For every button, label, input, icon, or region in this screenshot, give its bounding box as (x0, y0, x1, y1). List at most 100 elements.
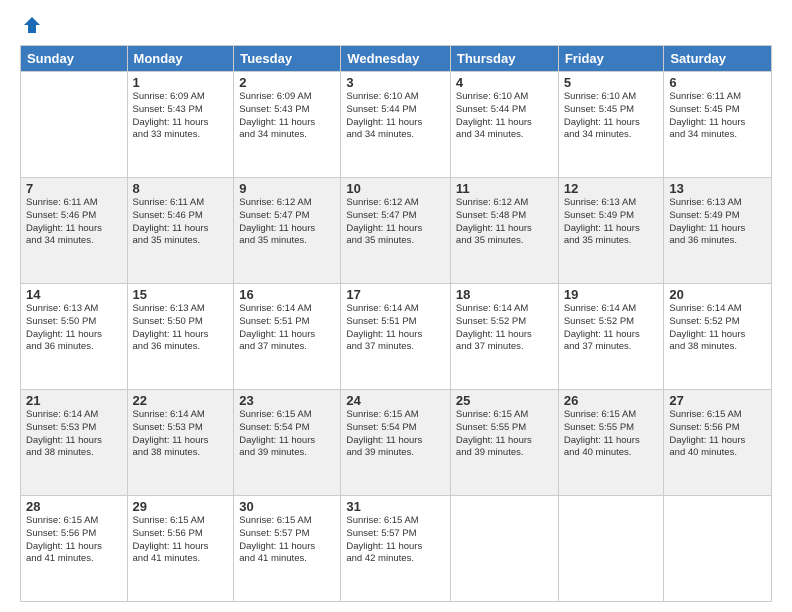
calendar-day-header: Thursday (450, 46, 558, 72)
day-info: Sunrise: 6:13 AM Sunset: 5:50 PM Dayligh… (26, 303, 122, 354)
calendar-day-header: Wednesday (341, 46, 451, 72)
day-number: 19 (564, 287, 659, 302)
calendar-day-cell: 30Sunrise: 6:15 AM Sunset: 5:57 PM Dayli… (234, 496, 341, 602)
calendar-day-header: Saturday (664, 46, 772, 72)
day-number: 2 (239, 75, 335, 90)
calendar-day-cell: 9Sunrise: 6:12 AM Sunset: 5:47 PM Daylig… (234, 178, 341, 284)
day-number: 30 (239, 499, 335, 514)
day-info: Sunrise: 6:13 AM Sunset: 5:49 PM Dayligh… (564, 197, 659, 248)
day-number: 1 (133, 75, 229, 90)
day-info: Sunrise: 6:09 AM Sunset: 5:43 PM Dayligh… (239, 91, 335, 142)
day-number: 17 (346, 287, 445, 302)
day-info: Sunrise: 6:14 AM Sunset: 5:53 PM Dayligh… (26, 409, 122, 460)
calendar-day-cell (664, 496, 772, 602)
calendar-day-cell: 25Sunrise: 6:15 AM Sunset: 5:55 PM Dayli… (450, 390, 558, 496)
calendar-day-cell: 23Sunrise: 6:15 AM Sunset: 5:54 PM Dayli… (234, 390, 341, 496)
day-info: Sunrise: 6:11 AM Sunset: 5:46 PM Dayligh… (26, 197, 122, 248)
day-number: 10 (346, 181, 445, 196)
day-number: 3 (346, 75, 445, 90)
header (20, 15, 772, 35)
calendar-day-cell: 21Sunrise: 6:14 AM Sunset: 5:53 PM Dayli… (21, 390, 128, 496)
calendar-day-cell: 7Sunrise: 6:11 AM Sunset: 5:46 PM Daylig… (21, 178, 128, 284)
logo-icon (22, 15, 42, 35)
day-number: 15 (133, 287, 229, 302)
calendar-day-cell: 17Sunrise: 6:14 AM Sunset: 5:51 PM Dayli… (341, 284, 451, 390)
calendar-day-header: Friday (558, 46, 664, 72)
calendar-day-cell: 20Sunrise: 6:14 AM Sunset: 5:52 PM Dayli… (664, 284, 772, 390)
day-info: Sunrise: 6:14 AM Sunset: 5:51 PM Dayligh… (239, 303, 335, 354)
calendar-day-cell: 8Sunrise: 6:11 AM Sunset: 5:46 PM Daylig… (127, 178, 234, 284)
day-number: 6 (669, 75, 766, 90)
day-info: Sunrise: 6:15 AM Sunset: 5:55 PM Dayligh… (564, 409, 659, 460)
day-number: 8 (133, 181, 229, 196)
calendar-day-cell (450, 496, 558, 602)
day-info: Sunrise: 6:11 AM Sunset: 5:45 PM Dayligh… (669, 91, 766, 142)
calendar-day-cell: 31Sunrise: 6:15 AM Sunset: 5:57 PM Dayli… (341, 496, 451, 602)
day-number: 29 (133, 499, 229, 514)
calendar-day-cell: 18Sunrise: 6:14 AM Sunset: 5:52 PM Dayli… (450, 284, 558, 390)
calendar-day-cell: 11Sunrise: 6:12 AM Sunset: 5:48 PM Dayli… (450, 178, 558, 284)
calendar-day-cell: 19Sunrise: 6:14 AM Sunset: 5:52 PM Dayli… (558, 284, 664, 390)
calendar-table: SundayMondayTuesdayWednesdayThursdayFrid… (20, 45, 772, 602)
day-info: Sunrise: 6:15 AM Sunset: 5:55 PM Dayligh… (456, 409, 553, 460)
day-number: 20 (669, 287, 766, 302)
day-info: Sunrise: 6:15 AM Sunset: 5:57 PM Dayligh… (239, 515, 335, 566)
calendar-week-row: 28Sunrise: 6:15 AM Sunset: 5:56 PM Dayli… (21, 496, 772, 602)
day-info: Sunrise: 6:13 AM Sunset: 5:49 PM Dayligh… (669, 197, 766, 248)
day-number: 7 (26, 181, 122, 196)
calendar-week-row: 1Sunrise: 6:09 AM Sunset: 5:43 PM Daylig… (21, 72, 772, 178)
day-number: 25 (456, 393, 553, 408)
day-info: Sunrise: 6:10 AM Sunset: 5:44 PM Dayligh… (346, 91, 445, 142)
day-number: 12 (564, 181, 659, 196)
day-number: 24 (346, 393, 445, 408)
day-number: 13 (669, 181, 766, 196)
day-info: Sunrise: 6:15 AM Sunset: 5:54 PM Dayligh… (239, 409, 335, 460)
day-info: Sunrise: 6:10 AM Sunset: 5:44 PM Dayligh… (456, 91, 553, 142)
calendar-day-cell: 22Sunrise: 6:14 AM Sunset: 5:53 PM Dayli… (127, 390, 234, 496)
calendar-header-row: SundayMondayTuesdayWednesdayThursdayFrid… (21, 46, 772, 72)
day-number: 23 (239, 393, 335, 408)
calendar-day-cell (558, 496, 664, 602)
day-info: Sunrise: 6:14 AM Sunset: 5:52 PM Dayligh… (456, 303, 553, 354)
calendar-day-cell: 13Sunrise: 6:13 AM Sunset: 5:49 PM Dayli… (664, 178, 772, 284)
day-number: 31 (346, 499, 445, 514)
calendar-day-header: Monday (127, 46, 234, 72)
calendar-day-cell: 6Sunrise: 6:11 AM Sunset: 5:45 PM Daylig… (664, 72, 772, 178)
calendar-day-cell: 3Sunrise: 6:10 AM Sunset: 5:44 PM Daylig… (341, 72, 451, 178)
day-number: 26 (564, 393, 659, 408)
day-info: Sunrise: 6:09 AM Sunset: 5:43 PM Dayligh… (133, 91, 229, 142)
day-info: Sunrise: 6:14 AM Sunset: 5:53 PM Dayligh… (133, 409, 229, 460)
day-number: 27 (669, 393, 766, 408)
day-number: 18 (456, 287, 553, 302)
day-info: Sunrise: 6:15 AM Sunset: 5:56 PM Dayligh… (669, 409, 766, 460)
day-info: Sunrise: 6:12 AM Sunset: 5:48 PM Dayligh… (456, 197, 553, 248)
day-info: Sunrise: 6:10 AM Sunset: 5:45 PM Dayligh… (564, 91, 659, 142)
calendar-day-cell: 28Sunrise: 6:15 AM Sunset: 5:56 PM Dayli… (21, 496, 128, 602)
logo (20, 15, 42, 35)
calendar-day-cell: 27Sunrise: 6:15 AM Sunset: 5:56 PM Dayli… (664, 390, 772, 496)
calendar-day-cell (21, 72, 128, 178)
calendar-week-row: 7Sunrise: 6:11 AM Sunset: 5:46 PM Daylig… (21, 178, 772, 284)
day-number: 22 (133, 393, 229, 408)
day-info: Sunrise: 6:14 AM Sunset: 5:52 PM Dayligh… (564, 303, 659, 354)
calendar-week-row: 14Sunrise: 6:13 AM Sunset: 5:50 PM Dayli… (21, 284, 772, 390)
day-info: Sunrise: 6:14 AM Sunset: 5:52 PM Dayligh… (669, 303, 766, 354)
day-number: 28 (26, 499, 122, 514)
calendar-day-cell: 24Sunrise: 6:15 AM Sunset: 5:54 PM Dayli… (341, 390, 451, 496)
day-info: Sunrise: 6:15 AM Sunset: 5:56 PM Dayligh… (26, 515, 122, 566)
calendar-day-cell: 4Sunrise: 6:10 AM Sunset: 5:44 PM Daylig… (450, 72, 558, 178)
day-info: Sunrise: 6:14 AM Sunset: 5:51 PM Dayligh… (346, 303, 445, 354)
day-number: 14 (26, 287, 122, 302)
day-info: Sunrise: 6:12 AM Sunset: 5:47 PM Dayligh… (346, 197, 445, 248)
day-info: Sunrise: 6:15 AM Sunset: 5:57 PM Dayligh… (346, 515, 445, 566)
calendar-day-cell: 1Sunrise: 6:09 AM Sunset: 5:43 PM Daylig… (127, 72, 234, 178)
day-info: Sunrise: 6:15 AM Sunset: 5:54 PM Dayligh… (346, 409, 445, 460)
calendar-day-cell: 26Sunrise: 6:15 AM Sunset: 5:55 PM Dayli… (558, 390, 664, 496)
day-info: Sunrise: 6:15 AM Sunset: 5:56 PM Dayligh… (133, 515, 229, 566)
day-number: 9 (239, 181, 335, 196)
day-number: 16 (239, 287, 335, 302)
calendar-day-cell: 29Sunrise: 6:15 AM Sunset: 5:56 PM Dayli… (127, 496, 234, 602)
day-number: 21 (26, 393, 122, 408)
day-info: Sunrise: 6:13 AM Sunset: 5:50 PM Dayligh… (133, 303, 229, 354)
calendar-day-cell: 14Sunrise: 6:13 AM Sunset: 5:50 PM Dayli… (21, 284, 128, 390)
